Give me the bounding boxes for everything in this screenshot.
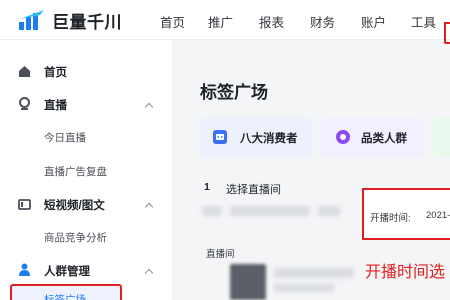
card-category-audience[interactable]: 品类人群 (321, 117, 423, 157)
brand-logo-icon[interactable] (18, 9, 48, 31)
live-room-column-label: 直播间 (206, 249, 235, 260)
blurred-content (274, 268, 354, 278)
nav-finance[interactable]: 财务 (310, 12, 335, 31)
app-window: 巨量千川 首页 推广 报表 财务 账户 工具 首页 直播 今日直播 直播广告复盘… (0, 0, 450, 300)
page-title: 标签广场 (200, 83, 268, 102)
category-circle-icon (336, 130, 350, 144)
sidebar-item-live-ad-review[interactable]: 直播广告复盘 (44, 164, 107, 179)
card-category-audience-label: 品类人群 (361, 133, 407, 145)
blurred-content (202, 206, 222, 216)
home-icon (19, 66, 30, 77)
live-icon (19, 97, 30, 110)
live-room-avatar[interactable] (230, 264, 266, 300)
sidebar-item-short-video[interactable]: 短视频/图文 (44, 197, 105, 213)
nav-account[interactable]: 账户 (361, 12, 386, 31)
step-label: 选择直播间 (226, 184, 281, 196)
nav-home[interactable]: 首页 (160, 12, 185, 31)
sidebar-item-tag-square-highlight[interactable]: 标签广场 (10, 284, 122, 300)
top-bar: 巨量千川 首页 推广 报表 财务 账户 工具 (0, 0, 450, 44)
sidebar-item-live[interactable]: 直播 (44, 97, 67, 113)
sidebar-item-audience[interactable]: 人群管理 (44, 263, 90, 279)
card-partial[interactable] (432, 117, 450, 157)
brand-name[interactable]: 巨量千川 (52, 8, 122, 33)
sidebar-item-today-live[interactable]: 今日直播 (44, 130, 86, 145)
blurred-content (318, 206, 340, 216)
card-eight-consumers[interactable]: 八大消费者 (200, 117, 312, 157)
start-time-label: 开播时间: (370, 213, 411, 224)
sidebar-item-home[interactable]: 首页 (44, 64, 67, 80)
nav-tools[interactable]: 工具 (411, 12, 436, 31)
blurred-content (230, 206, 310, 216)
android-robot-icon (213, 130, 227, 144)
start-time-input[interactable]: 2021- (426, 210, 450, 221)
nav-promotion[interactable]: 推广 (208, 12, 233, 31)
sidebar-item-tag-square[interactable]: 标签广场 (44, 292, 86, 300)
card-eight-consumers-label: 八大消费者 (240, 133, 298, 145)
video-icon (18, 199, 31, 210)
annotation-text: 开播时间选 (365, 264, 446, 281)
step-number: 1 (204, 181, 210, 193)
sidebar-item-product-competition[interactable]: 商品竞争分析 (44, 230, 107, 245)
nav-reports[interactable]: 报表 (259, 12, 284, 31)
user-icon (19, 263, 30, 276)
blurred-content (274, 284, 334, 292)
